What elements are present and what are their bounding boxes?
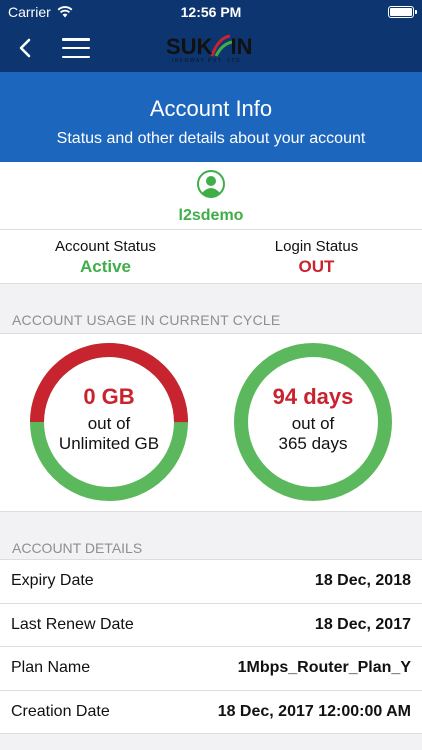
detail-row-expiry-date: Expiry Date 18 Dec, 2018 <box>0 560 422 604</box>
data-total-value: Unlimited GB <box>58 434 160 453</box>
data-used-value: 0 GB <box>83 384 135 409</box>
company-logo: SUK IN INFOWAY PVT. LTD. <box>166 34 253 64</box>
user-avatar-icon <box>197 170 225 198</box>
page-subtitle: Status and other details about your acco… <box>56 130 366 147</box>
days-usage-gauge: 94 days out of 365 days <box>233 342 393 502</box>
battery-icon <box>388 6 417 18</box>
top-bar: Carrier 12:56 PM SUK IN INFOWAY PVT. LTD. <box>0 0 422 72</box>
hamburger-menu-icon[interactable] <box>62 38 90 58</box>
user-section: l2sdemo <box>0 162 422 230</box>
data-usage-gauge: 0 GB out of Unlimited GB <box>29 342 189 502</box>
page-banner: Account Info Status and other details ab… <box>0 72 422 162</box>
account-status: Account Status Active <box>0 230 211 283</box>
details-list: Expiry Date 18 Dec, 2018 Last Renew Date… <box>0 560 422 734</box>
usage-gauges: 0 GB out of Unlimited GB 94 days out of … <box>0 334 422 512</box>
login-status-value: OUT <box>298 257 335 276</box>
login-status: Login Status OUT <box>211 230 422 283</box>
wifi-icon <box>57 6 73 18</box>
account-status-value: Active <box>79 257 132 276</box>
detail-row-last-renew-date: Last Renew Date 18 Dec, 2017 <box>0 603 422 647</box>
nav-bar: SUK IN INFOWAY PVT. LTD. <box>0 24 422 72</box>
back-button[interactable] <box>14 36 36 60</box>
carrier-label: Carrier <box>8 4 51 20</box>
chevron-left-icon <box>19 38 31 58</box>
status-row: Account Status Active Login Status OUT <box>0 230 422 284</box>
days-used-value: 94 days <box>272 384 354 409</box>
detail-row-plan-name: Plan Name 1Mbps_Router_Plan_Y <box>0 647 422 691</box>
status-bar: Carrier 12:56 PM <box>0 0 422 24</box>
usage-section-header: ACCOUNT USAGE IN CURRENT CYCLE <box>0 284 422 334</box>
details-section-header: ACCOUNT DETAILS <box>0 512 422 560</box>
username: l2sdemo <box>178 207 244 224</box>
days-total-value: 365 days <box>278 434 348 453</box>
detail-row-creation-date: Creation Date 18 Dec, 2017 12:00:00 AM <box>0 690 422 734</box>
page-title: Account Info <box>149 96 273 121</box>
